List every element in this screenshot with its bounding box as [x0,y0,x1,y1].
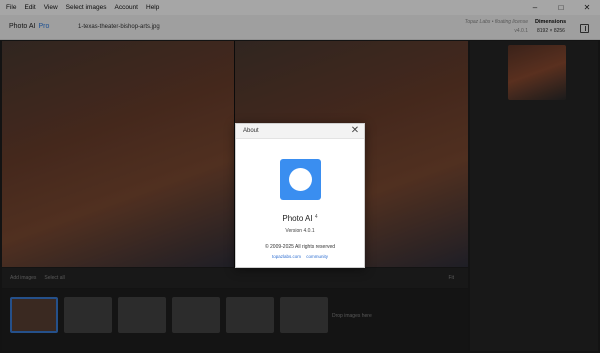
dialog-title: About [243,128,259,134]
dialog-app-major: 4 [314,214,318,220]
dialog-header: About ✕ [236,124,364,139]
dialog-copyright: © 2009-2025 All rights reserved [264,244,336,250]
dialog-links: topazlabs.com community [236,254,364,259]
close-icon[interactable]: ✕ [350,126,360,136]
dialog-app-name-text: Photo AI [282,214,313,223]
app-logo-icon [280,159,321,200]
dialog-version: Version 4.0.1 [285,228,315,234]
about-dialog: About ✕ Photo AI 4 Version 4.0.1 © 2009-… [235,123,365,268]
website-link[interactable]: topazlabs.com [272,254,301,259]
community-link[interactable]: community [306,254,328,259]
dialog-app-name: Photo AI 4 [236,214,364,223]
